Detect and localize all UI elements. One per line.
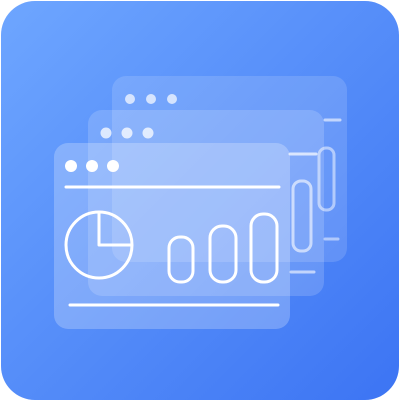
- window-dot-green: [107, 160, 119, 172]
- window-dot-red: [65, 160, 77, 172]
- dashboard-windows-icon: [1, 1, 399, 400]
- front-window: [54, 143, 290, 329]
- icon-canvas: [0, 0, 400, 401]
- window-dot-yellow: [86, 160, 98, 172]
